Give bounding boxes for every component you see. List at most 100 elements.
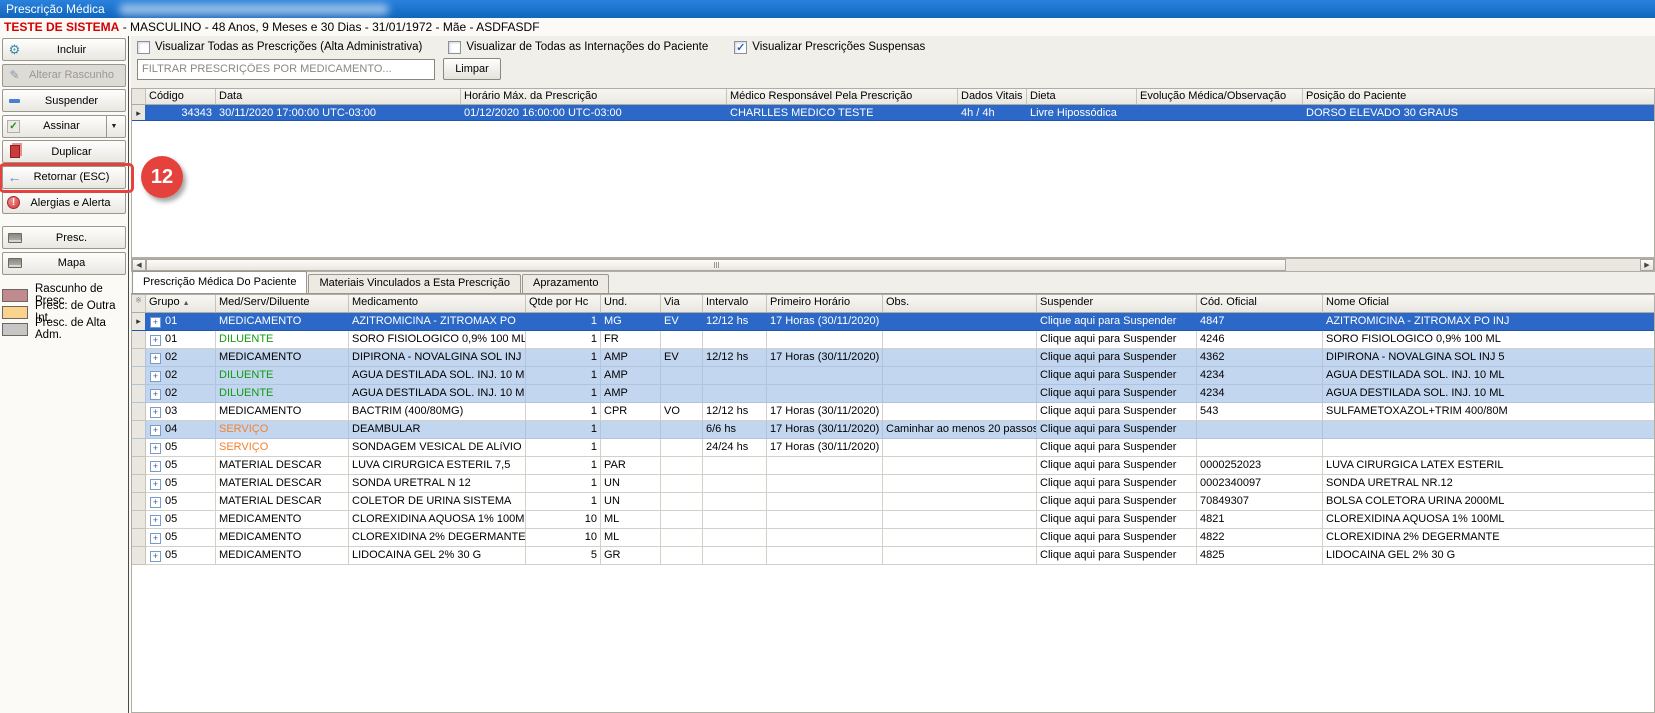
expand-row-button[interactable]: + <box>150 443 161 454</box>
item-row[interactable]: +05MATERIAL DESCARLUVA CIRURGICA ESTERIL… <box>132 457 1654 475</box>
expand-row-button[interactable]: + <box>150 497 161 508</box>
tab-prescricao-medica-do-paciente[interactable]: Prescrição Médica Do Paciente <box>132 271 307 293</box>
expand-row-button[interactable]: + <box>150 515 161 526</box>
column-header-dieta[interactable]: Dieta <box>1027 89 1137 105</box>
suspend-link[interactable]: Clique aqui para Suspender <box>1037 403 1197 421</box>
sidebar-button-suspender[interactable]: Suspender <box>2 89 126 112</box>
column-header-medicamento[interactable]: Medicamento <box>349 295 526 313</box>
sidebar-button-mapa[interactable]: Mapa <box>2 252 126 275</box>
column-header-posicao[interactable]: Posição do Paciente <box>1303 89 1655 105</box>
suspend-link[interactable]: Clique aqui para Suspender <box>1037 313 1197 331</box>
item-row[interactable]: ▸+01MEDICAMENTOAZITROMICINA - ZITROMAX P… <box>132 313 1654 331</box>
checkbox[interactable] <box>448 41 461 54</box>
column-header-susp[interactable]: Suspender <box>1037 295 1197 313</box>
cell-strip <box>132 385 146 403</box>
tab-materiais-vinculados-a-esta-prescricao[interactable]: Materiais Vinculados a Esta Prescrição <box>308 274 521 293</box>
column-header-horario[interactable]: Horário Máx. da Prescrição <box>461 89 727 105</box>
column-header-intervalo[interactable]: Intervalo <box>703 295 767 313</box>
printer-icon <box>7 230 22 245</box>
column-header-evolucao[interactable]: Evolução Médica/Observação <box>1137 89 1303 105</box>
checkbox-visualizar-prescricoes-suspensas[interactable]: ✓Visualizar Prescrições Suspensas <box>734 41 925 54</box>
item-row[interactable]: +05MEDICAMENTOLIDOCAINA GEL 2% 30 G5GRCl… <box>132 547 1654 565</box>
sidebar-button-retornar-esc[interactable]: ←Retornar (ESC) <box>2 166 126 189</box>
suspend-link[interactable]: Clique aqui para Suspender <box>1037 511 1197 529</box>
scroll-left-arrow-icon[interactable]: ◀ <box>132 259 146 271</box>
column-header-codigo[interactable]: Código <box>146 89 216 105</box>
checkbox-visualizar-todas-as-prescricoes-alta-administrativa[interactable]: Visualizar Todas as Prescrições (Alta Ad… <box>137 41 422 54</box>
prescription-row[interactable]: ▸3434330/11/2020 17:00:00 UTC-03:0001/12… <box>132 105 1654 121</box>
column-header-dados_vitais[interactable]: Dados Vitais <box>958 89 1027 105</box>
scroll-right-arrow-icon[interactable]: ▶ <box>1640 259 1654 271</box>
column-header-qtde[interactable]: Qtde por Hc <box>526 295 601 313</box>
item-row[interactable]: +05MEDICAMENTOCLOREXIDINA AQUOSA 1% 100M… <box>132 511 1654 529</box>
column-header-grupo[interactable]: Grupo▲ <box>146 295 216 313</box>
cell-tipo: DILUENTE <box>216 331 349 349</box>
column-header-tipo[interactable]: Med/Serv/Diluente <box>216 295 349 313</box>
expand-row-button[interactable]: + <box>150 317 161 328</box>
item-row[interactable]: +03MEDICAMENTOBACTRIM (400/80MG)1CPRVO12… <box>132 403 1654 421</box>
expand-row-button[interactable]: + <box>150 407 161 418</box>
filter-prescriptions-input[interactable] <box>137 59 435 80</box>
suspend-link[interactable]: Clique aqui para Suspender <box>1037 331 1197 349</box>
column-header-data[interactable]: Data <box>216 89 461 105</box>
sidebar-button-incluir[interactable]: ⚙Incluir <box>2 38 126 61</box>
annotation-step-number: 12 <box>141 156 183 198</box>
tab-aprazamento[interactable]: Aprazamento <box>522 274 609 293</box>
scrollbar-track[interactable] <box>1286 259 1640 271</box>
item-row[interactable]: +02DILUENTEAGUA DESTILADA SOL. INJ. 10 M… <box>132 367 1654 385</box>
sidebar-button-presc[interactable]: Presc. <box>2 226 126 249</box>
expand-row-button[interactable]: + <box>150 461 161 472</box>
cell-intervalo <box>703 511 767 529</box>
cell-obs <box>883 457 1037 475</box>
column-header-primeiro[interactable]: Primeiro Horário <box>767 295 883 313</box>
cell-nome <box>1323 421 1655 439</box>
cell-via <box>661 367 703 385</box>
expand-row-button[interactable]: + <box>150 353 161 364</box>
suspend-link[interactable]: Clique aqui para Suspender <box>1037 493 1197 511</box>
cell-strip <box>132 529 146 547</box>
expand-row-button[interactable]: + <box>150 335 161 346</box>
column-header-obs[interactable]: Obs. <box>883 295 1037 313</box>
suspend-link[interactable]: Clique aqui para Suspender <box>1037 367 1197 385</box>
item-row[interactable]: +01DILUENTESORO FISIOLOGICO 0,9% 100 ML1… <box>132 331 1654 349</box>
expand-row-button[interactable]: + <box>150 533 161 544</box>
column-header-cod[interactable]: Cód. Oficial <box>1197 295 1323 313</box>
checkbox[interactable] <box>137 41 150 54</box>
clear-filter-button[interactable]: Limpar <box>443 58 501 80</box>
suspend-link[interactable]: Clique aqui para Suspender <box>1037 421 1197 439</box>
column-header-nome[interactable]: Nome Oficial <box>1323 295 1655 313</box>
item-row[interactable]: +05MEDICAMENTOCLOREXIDINA 2% DEGERMANTE1… <box>132 529 1654 547</box>
column-header-medico[interactable]: Médico Responsável Pela Prescrição <box>727 89 958 105</box>
suspend-link[interactable]: Clique aqui para Suspender <box>1037 349 1197 367</box>
checkbox-visualizar-de-todas-as-internacoes-do-paciente[interactable]: Visualizar de Todas as Internações do Pa… <box>448 41 708 54</box>
suspend-link[interactable]: Clique aqui para Suspender <box>1037 547 1197 565</box>
sidebar-button-alergias-e-alerta[interactable]: !Alergias e Alerta <box>2 191 126 214</box>
suspend-link[interactable]: Clique aqui para Suspender <box>1037 475 1197 493</box>
suspend-link[interactable]: Clique aqui para Suspender <box>1037 457 1197 475</box>
item-row[interactable]: +02MEDICAMENTODIPIRONA - NOVALGINA SOL I… <box>132 349 1654 367</box>
scrollbar-thumb[interactable] <box>146 259 1286 271</box>
expand-row-button[interactable]: + <box>150 479 161 490</box>
dropdown-arrow-icon[interactable]: ▼ <box>106 116 121 137</box>
suspend-link[interactable]: Clique aqui para Suspender <box>1037 439 1197 457</box>
expand-row-button[interactable]: + <box>150 389 161 400</box>
checkbox[interactable]: ✓ <box>734 41 747 54</box>
cell-und: CPR <box>601 403 661 421</box>
column-header-und[interactable]: Und. <box>601 295 661 313</box>
item-row[interactable]: +05MATERIAL DESCARCOLETOR DE URINA SISTE… <box>132 493 1654 511</box>
sidebar-button-alterar-rascunho: ✎Alterar Rascunho <box>2 64 126 87</box>
horizontal-scrollbar[interactable]: ◀ ▶ <box>131 258 1655 272</box>
suspend-link[interactable]: Clique aqui para Suspender <box>1037 529 1197 547</box>
suspend-link[interactable]: Clique aqui para Suspender <box>1037 385 1197 403</box>
expand-row-button[interactable]: + <box>150 371 161 382</box>
sidebar-button-duplicar[interactable]: Duplicar <box>2 140 126 163</box>
item-row[interactable]: +02DILUENTEAGUA DESTILADA SOL. INJ. 10 M… <box>132 385 1654 403</box>
item-row[interactable]: +04SERVIÇODEAMBULAR16/6 hs17 Horas (30/1… <box>132 421 1654 439</box>
column-header-via[interactable]: Via <box>661 295 703 313</box>
item-row[interactable]: +05MATERIAL DESCARSONDA URETRAL N 121UNC… <box>132 475 1654 493</box>
item-row[interactable]: +05SERVIÇOSONDAGEM VESICAL DE ALíVIO124/… <box>132 439 1654 457</box>
expand-row-button[interactable]: + <box>150 551 161 562</box>
cell-medicamento: LUVA CIRURGICA ESTERIL 7,5 <box>349 457 526 475</box>
sidebar-button-assinar[interactable]: ✓Assinar▼ <box>2 115 126 138</box>
expand-row-button[interactable]: + <box>150 425 161 436</box>
